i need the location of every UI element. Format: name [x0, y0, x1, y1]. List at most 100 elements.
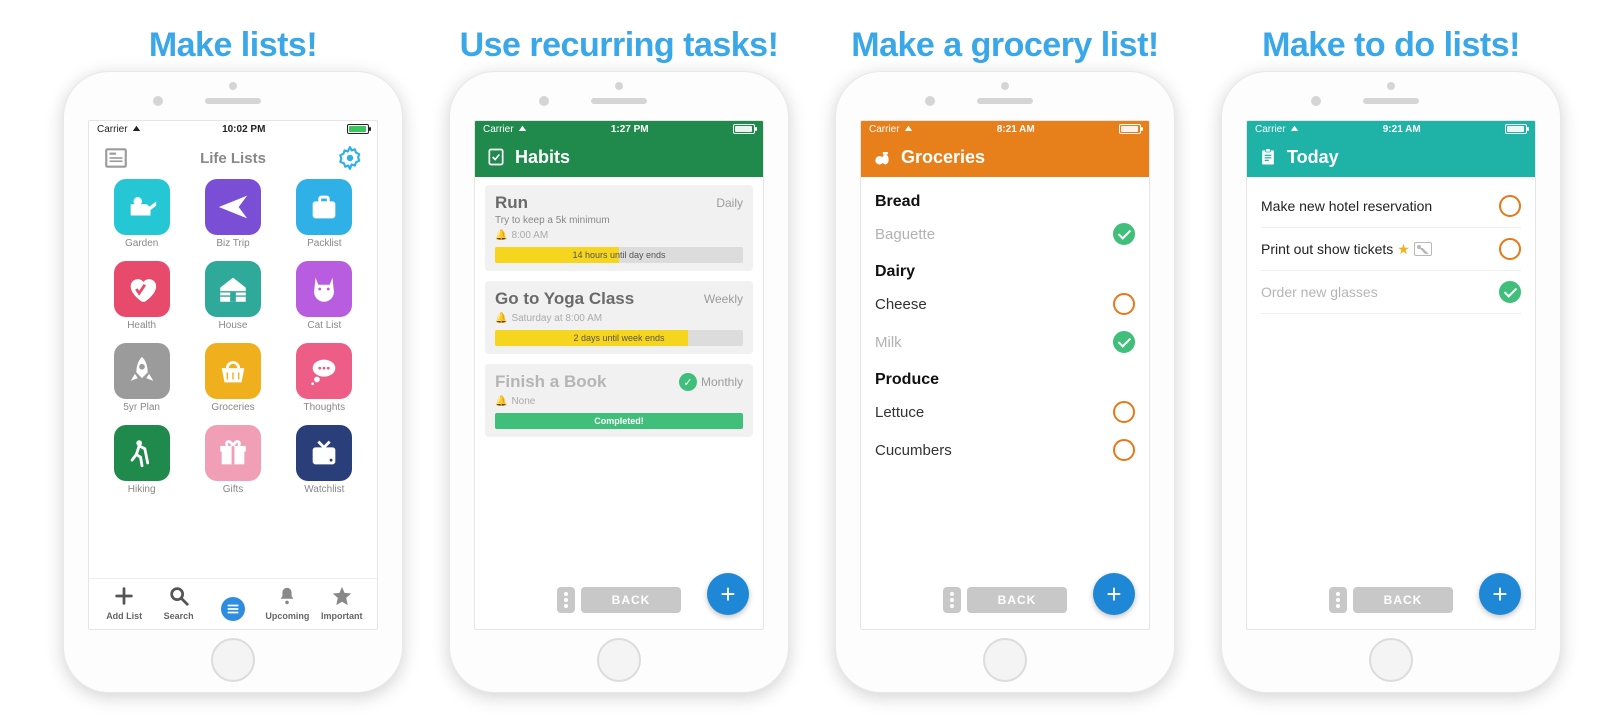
list-tile[interactable]: Groceries [190, 343, 275, 421]
screen-today: Carrier 9:21 AM Today Make new hotel res… [1246, 120, 1536, 630]
check-circle[interactable] [1113, 293, 1135, 315]
screen-lifelists: Carrier 10:02 PM Life Lists GardenBiz Tr… [88, 120, 378, 630]
back-button[interactable]: BACK [1353, 587, 1453, 613]
grocery-item[interactable]: Lettuce [875, 393, 1135, 431]
grocery-item[interactable]: Milk [875, 323, 1135, 361]
add-fab[interactable]: + [1479, 573, 1521, 615]
item-text: Print out show tickets [1261, 241, 1393, 257]
more-button[interactable] [943, 587, 961, 613]
app-header: Today [1247, 137, 1535, 177]
item-text: Lettuce [875, 404, 924, 421]
habit-freq: Weekly [704, 292, 743, 306]
grocery-item[interactable]: Cucumbers [875, 431, 1135, 469]
add-fab[interactable]: + [1093, 573, 1135, 615]
habit-title: Go to Yoga Class [495, 289, 634, 309]
bottom-upcoming[interactable]: Upcoming [260, 583, 314, 621]
back-button[interactable]: BACK [967, 587, 1067, 613]
header-title: Habits [515, 147, 570, 168]
tv-icon [296, 425, 352, 481]
bottom-search[interactable]: Search [151, 583, 205, 621]
habit-freq: Monthly [701, 375, 743, 389]
bottom-label: Important [321, 611, 363, 621]
todo-item[interactable]: Make new hotel reservation [1261, 185, 1521, 228]
more-button[interactable] [557, 587, 575, 613]
status-bar: Carrier 8:21 AM [861, 121, 1149, 137]
suitcase-icon [296, 179, 352, 235]
section-header: Bread [875, 193, 1135, 211]
list-tile[interactable]: Cat List [282, 261, 367, 339]
check-circle[interactable] [1499, 238, 1521, 260]
battery-icon [1119, 124, 1141, 134]
todo-item[interactable]: Print out show tickets ★ [1261, 228, 1521, 271]
bottom-home[interactable] [206, 597, 260, 621]
carrier-label: Carrier [97, 124, 128, 135]
tile-label: Watchlist [304, 484, 344, 495]
bottom-label: Search [164, 611, 194, 621]
tile-label: House [219, 320, 248, 331]
habit-freq: Daily [716, 196, 743, 210]
list-tile[interactable]: Health [99, 261, 184, 339]
settings-icon[interactable] [335, 143, 365, 173]
app-header: Habits [475, 137, 763, 177]
list-tile[interactable]: Biz Trip [190, 179, 275, 257]
grocery-item[interactable]: Baguette [875, 215, 1135, 253]
tile-label: Groceries [211, 402, 254, 413]
check-circle[interactable] [1499, 281, 1521, 303]
bottom-label: Add List [106, 611, 142, 621]
bottom-important[interactable]: Important [315, 583, 369, 621]
home-button[interactable] [983, 638, 1027, 682]
home-button[interactable] [211, 638, 255, 682]
panel-heading: Make a grocery list! [851, 26, 1158, 65]
status-time: 1:27 PM [611, 124, 649, 135]
todo-item[interactable]: Order new glasses [1261, 271, 1521, 314]
watering-icon [114, 179, 170, 235]
list-tile[interactable]: 5yr Plan [99, 343, 184, 421]
item-text: Cucumbers [875, 442, 952, 459]
habit-title: Run [495, 193, 528, 213]
list-tile[interactable]: Thoughts [282, 343, 367, 421]
list-tile[interactable]: Watchlist [282, 425, 367, 503]
bottom-add-list[interactable]: Add List [97, 583, 151, 621]
habit-card[interactable]: Go to Yoga Class Weekly 🔔 Saturday at 8:00 … [485, 281, 753, 354]
item-text: Baguette [875, 226, 935, 243]
bottom-bar: Add List Search Upcoming Important [89, 578, 377, 629]
bell-icon [274, 583, 300, 609]
search-icon [166, 583, 192, 609]
bell-icon: 🔔 [495, 230, 507, 241]
wifi-icon [1290, 124, 1299, 135]
list-tile[interactable]: Garden [99, 179, 184, 257]
habit-alarm: Saturday at 8:00 AM [511, 313, 602, 324]
plus-icon [111, 583, 137, 609]
check-circle[interactable] [1113, 223, 1135, 245]
panel-heading: Make lists! [149, 26, 317, 65]
check-circle[interactable] [1113, 439, 1135, 461]
tile-label: Health [127, 320, 156, 331]
phone-frame: Carrier 10:02 PM Life Lists GardenBiz Tr… [63, 71, 403, 693]
list-tile[interactable]: Hiking [99, 425, 184, 503]
home-button[interactable] [597, 638, 641, 682]
basket-icon [205, 343, 261, 399]
tile-label: Gifts [223, 484, 244, 495]
list-tile[interactable]: Packlist [282, 179, 367, 257]
item-text: Make new hotel reservation [1261, 198, 1432, 214]
news-icon[interactable] [101, 143, 131, 173]
home-button[interactable] [1369, 638, 1413, 682]
check-circle[interactable] [1113, 331, 1135, 353]
back-button[interactable]: BACK [581, 587, 681, 613]
list-tile[interactable]: Gifts [190, 425, 275, 503]
more-button[interactable] [1329, 587, 1347, 613]
house-icon [205, 261, 261, 317]
grocery-item[interactable]: Cheese [875, 285, 1135, 323]
progress-bar: 2 days until week ends [495, 330, 743, 346]
hiker-icon [114, 425, 170, 481]
star-icon: ★ [1397, 241, 1410, 258]
check-circle[interactable] [1113, 401, 1135, 423]
bell-icon: 🔔 [495, 396, 507, 407]
list-tile[interactable]: House [190, 261, 275, 339]
habit-card[interactable]: Finish a Book✓Monthly🔔NoneCompleted! [485, 364, 753, 437]
habit-card[interactable]: RunDailyTry to keep a 5k minimum🔔8:00 AM… [485, 185, 753, 271]
bell-icon: 🔔 [495, 313, 507, 324]
check-circle[interactable] [1499, 195, 1521, 217]
plus-icon: + [1106, 579, 1121, 610]
add-fab[interactable]: + [707, 573, 749, 615]
